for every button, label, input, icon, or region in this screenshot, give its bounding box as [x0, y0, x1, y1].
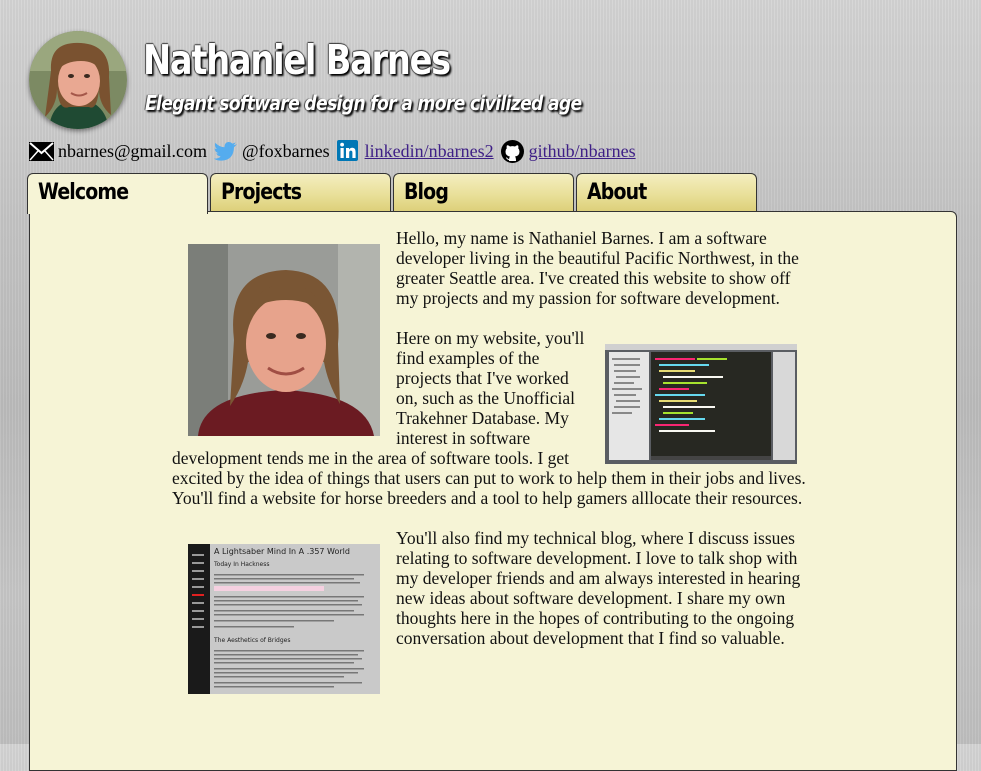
- email-contact: nbarnes@gmail.com: [29, 139, 207, 164]
- welcome-content: Hello, my name is Nathaniel Barnes. I am…: [172, 228, 809, 698]
- twitter-icon: [213, 139, 238, 164]
- blog-screenshot[interactable]: A Lightsaber Mind In A .357 World Today …: [188, 544, 380, 694]
- github-icon: [500, 139, 525, 164]
- blog-screenshot-title: A Lightsaber Mind In A .357 World: [214, 547, 350, 556]
- linkedin-icon: [336, 139, 361, 164]
- site-tagline: Elegant software design for a more civil…: [145, 91, 582, 115]
- github-link[interactable]: github/nbarnes: [529, 141, 636, 162]
- twitter-contact: @foxbarnes: [213, 139, 330, 164]
- site-title: Nathaniel Barnes: [143, 36, 451, 84]
- blog-screenshot-post2: The Aesthetics of Bridges: [213, 637, 290, 644]
- tab-welcome[interactable]: Welcome: [27, 173, 208, 214]
- twitter-text[interactable]: @foxbarnes: [242, 141, 330, 162]
- projects-screenshot[interactable]: [605, 344, 797, 464]
- email-text[interactable]: nbarnes@gmail.com: [58, 141, 207, 162]
- contact-bar: nbarnes@gmail.com @foxbarnes linkedin/nb…: [29, 138, 642, 164]
- tab-projects[interactable]: Projects: [210, 173, 391, 211]
- avatar: [29, 31, 127, 129]
- blog-screenshot-post1: Today In Hackness: [213, 561, 269, 568]
- portrait-photo: [188, 244, 380, 436]
- linkedin-link[interactable]: linkedin/nbarnes2: [365, 141, 494, 162]
- github-contact: github/nbarnes: [500, 139, 636, 164]
- envelope-icon: [29, 139, 54, 164]
- linkedin-contact: linkedin/nbarnes2: [336, 139, 494, 164]
- tab-about[interactable]: About: [576, 173, 757, 211]
- tab-blog[interactable]: Blog: [393, 173, 574, 211]
